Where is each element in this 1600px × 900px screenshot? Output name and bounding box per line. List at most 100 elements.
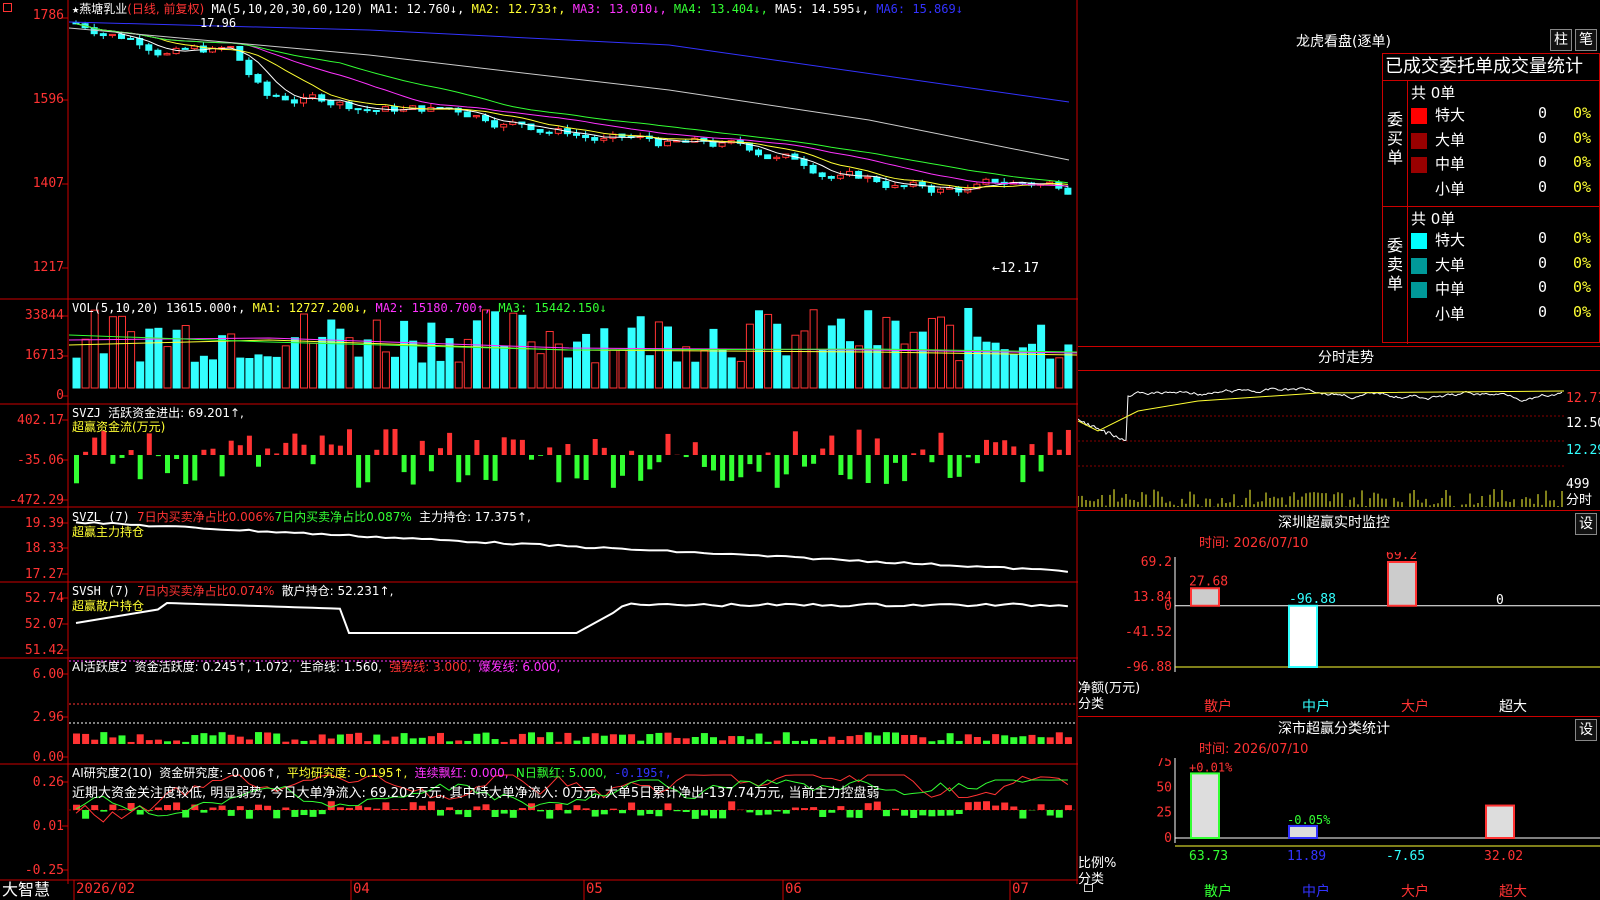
ai2-t2: 生命线: 1.560, <box>299 660 382 674</box>
ma6-line <box>69 21 1070 103</box>
activity-bar <box>1046 737 1054 744</box>
flow-bar <box>893 455 898 463</box>
buy-color-swatch <box>1411 157 1427 173</box>
szmon-axis-label: -41.52 <box>1125 625 1172 640</box>
flow-bar <box>347 429 352 455</box>
volume-bar <box>982 341 991 389</box>
ai-activity-pane[interactable] <box>69 659 1077 763</box>
activity-bar <box>646 734 654 744</box>
szmon-cat: 超大 <box>1499 699 1527 715</box>
candle-body <box>900 185 908 188</box>
buy-color-swatch <box>1411 132 1427 149</box>
research-bar <box>600 810 608 815</box>
flow-bar <box>720 455 726 481</box>
candle-body <box>272 94 280 97</box>
price-axis-label: 1407 <box>32 176 64 191</box>
research-bar <box>509 810 517 818</box>
intraday-title: 分时走势 <box>1318 350 1374 366</box>
flow-bar <box>756 455 762 472</box>
ai-research-pane[interactable] <box>69 765 1077 879</box>
buy-color-swatch <box>1411 181 1427 198</box>
research-bar <box>955 810 963 814</box>
candle-body <box>545 131 553 134</box>
szcls-axis-label: 50 <box>1156 780 1172 795</box>
activity-bar <box>136 734 144 744</box>
activity-bar <box>200 733 208 744</box>
research-bar <box>892 808 899 810</box>
activity-bar <box>1037 737 1045 744</box>
candle-body <box>536 129 544 133</box>
activity-bar <box>309 740 317 744</box>
szmon-value-label: 69.2 <box>1386 552 1417 563</box>
activity-bar <box>992 734 1000 744</box>
szcls-bar-chart[interactable]: 75 50 25 0 +0.01% 63.73 -0.05% 11.89 -7.65 32.02 <box>1078 758 1600 868</box>
candle-body <box>245 59 253 76</box>
chart-mode[interactable]: (日线, 前复权) <box>127 2 204 16</box>
volume-bar <box>609 349 618 389</box>
flow-bar <box>565 444 571 455</box>
szcls-settings-button[interactable]: 设 <box>1575 719 1597 741</box>
tick-mode-button[interactable]: 笔 <box>1575 29 1597 51</box>
candle-body <box>1064 187 1072 195</box>
svzj-pane[interactable] <box>69 405 1077 506</box>
volume-bar <box>800 330 809 389</box>
buy-row-name: 大单 <box>1435 130 1466 149</box>
candle-body <box>891 185 899 188</box>
activity-bar <box>318 734 326 744</box>
svzj-subtitle: 超赢资金流(万元) <box>72 420 166 434</box>
flow-bar <box>692 442 698 455</box>
flow-bar <box>938 432 944 455</box>
price-candlestick-pane[interactable] <box>69 0 1077 298</box>
flow-bar <box>629 450 635 455</box>
activity-bar <box>127 741 135 744</box>
szmon-bar-chart[interactable]: 69.213.840-41.52-96.8827.68-96.8869.20 <box>1078 552 1600 687</box>
flow-bar <box>792 431 798 455</box>
volume-bar <box>90 309 99 389</box>
date-axis-bar[interactable]: 大智慧 2026/02 04 05 06 07 <box>0 880 1093 900</box>
activity-bar <box>118 735 126 744</box>
flow-bar <box>246 435 252 455</box>
activity-bar <box>528 732 535 744</box>
activity-bar <box>364 741 372 744</box>
vol-ma3: MA3: 15442.150↓ <box>498 301 607 315</box>
volume-bar <box>391 356 399 389</box>
flow-bar <box>829 435 835 455</box>
activity-bar <box>637 740 645 744</box>
kline-chart-area[interactable]: 1786 1596 1407 1217 ★燕塘乳业(日线, 前复权) MA(5,… <box>0 0 1078 884</box>
buy-row-value: 0 <box>1538 177 1548 196</box>
volume-pane[interactable] <box>69 300 1077 403</box>
right-panel: 龙虎看盘(逐单) 柱 笔 已成交委托单成交量统计 委买单 委卖单 共 0单 共 … <box>1078 0 1600 900</box>
research-bar <box>746 810 754 813</box>
candle-body <box>236 45 244 61</box>
flow-bar <box>874 438 880 455</box>
flow-bar <box>974 455 980 464</box>
flow-bar <box>146 433 152 455</box>
candle-body <box>336 101 344 106</box>
flow-bar <box>638 455 644 481</box>
activity-bar <box>145 740 153 744</box>
research-bar <box>482 804 490 810</box>
sell-row-pct: 0% <box>1573 302 1592 321</box>
intraday-chart[interactable] <box>1078 371 1564 509</box>
buy-total: 共 0单 <box>1411 84 1456 102</box>
research-bar <box>200 810 208 813</box>
candle-body <box>809 164 817 174</box>
activity-bar <box>955 740 963 744</box>
candle-body <box>463 111 471 118</box>
candle-body <box>108 33 116 37</box>
volume-bar <box>1037 324 1046 389</box>
szmon-settings-button[interactable]: 设 <box>1575 513 1597 535</box>
research-bar <box>819 810 827 817</box>
activity-bar <box>264 732 272 744</box>
flow-bar <box>1038 455 1044 472</box>
candle-body <box>363 109 371 112</box>
flow-bar <box>365 455 371 483</box>
research-bar <box>791 807 799 810</box>
research-bar <box>1019 810 1027 819</box>
candle-body <box>309 94 317 99</box>
flow-bar <box>820 448 826 455</box>
ai2-t1: 资金活跃度: 0.245↑, 1.072, <box>134 660 293 674</box>
research-bar <box>928 810 936 817</box>
column-mode-button[interactable]: 柱 <box>1550 29 1572 51</box>
volume-bar <box>127 331 136 389</box>
